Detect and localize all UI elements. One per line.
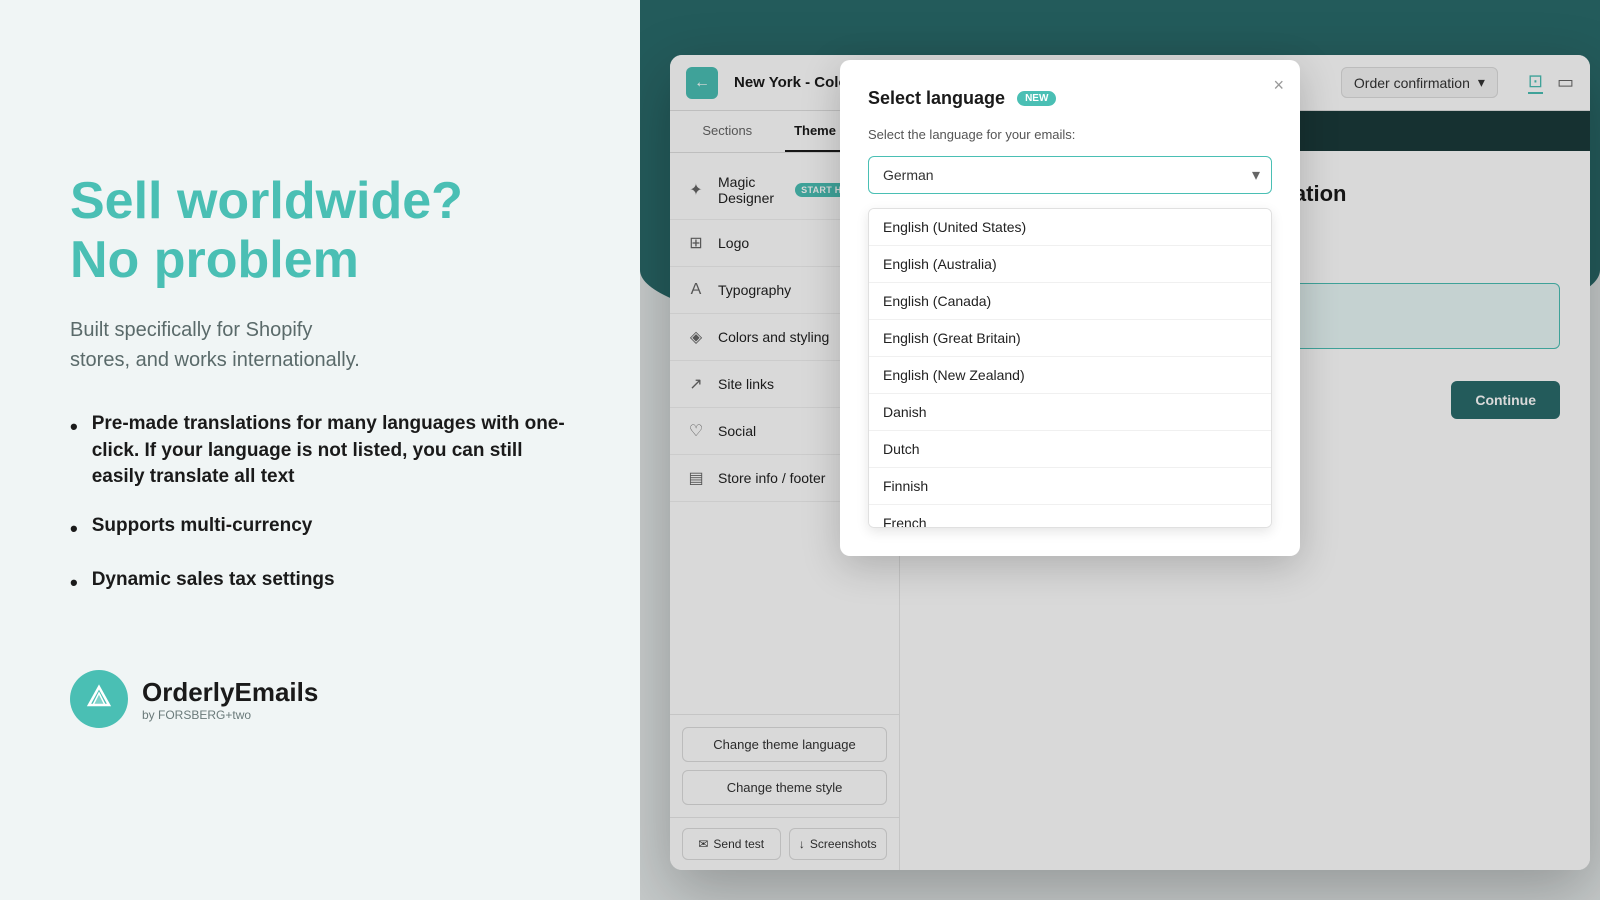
- lang-english-au[interactable]: English (Australia): [869, 246, 1271, 283]
- lang-danish[interactable]: Danish: [869, 394, 1271, 431]
- logo-name: OrderlyEmails: [142, 677, 318, 708]
- modal-header: Select language NEW: [868, 88, 1272, 109]
- select-language-modal: Select language NEW × Select the languag…: [840, 60, 1300, 556]
- language-dropdown-list: English (United States) English (Austral…: [868, 208, 1272, 528]
- new-badge: NEW: [1017, 91, 1056, 106]
- bullet-item-3: Dynamic sales tax settings: [70, 567, 570, 599]
- lang-dutch[interactable]: Dutch: [869, 431, 1271, 468]
- bullet-item-1: Pre-made translations for many languages…: [70, 411, 570, 491]
- lang-english-us[interactable]: English (United States): [869, 209, 1271, 246]
- logo-area: OrderlyEmails by FORSBERG+two: [70, 670, 570, 728]
- bullet-list: Pre-made translations for many languages…: [70, 411, 570, 620]
- modal-overlay: Select language NEW × Select the languag…: [640, 0, 1600, 900]
- language-select-wrapper: German ▾: [868, 156, 1272, 194]
- logo-sub: by FORSBERG+two: [142, 708, 318, 722]
- subheadline: Built specifically for Shopifystores, an…: [70, 315, 570, 375]
- left-panel: Sell worldwide?No problem Built specific…: [0, 0, 640, 900]
- modal-close-button[interactable]: ×: [1273, 76, 1284, 94]
- language-select[interactable]: German: [868, 156, 1272, 194]
- lang-english-gb[interactable]: English (Great Britain): [869, 320, 1271, 357]
- headline: Sell worldwide?No problem: [70, 172, 570, 292]
- logo-icon: [70, 670, 128, 728]
- bullet-item-2: Supports multi-currency: [70, 513, 570, 545]
- modal-description: Select the language for your emails:: [868, 127, 1272, 142]
- modal-title: Select language: [868, 88, 1005, 109]
- lang-finnish[interactable]: Finnish: [869, 468, 1271, 505]
- lang-french[interactable]: French: [869, 505, 1271, 528]
- right-panel: ← New York - Colorful Order confirmation…: [640, 0, 1600, 900]
- lang-english-ca[interactable]: English (Canada): [869, 283, 1271, 320]
- lang-english-nz[interactable]: English (New Zealand): [869, 357, 1271, 394]
- logo-text: OrderlyEmails by FORSBERG+two: [142, 677, 318, 722]
